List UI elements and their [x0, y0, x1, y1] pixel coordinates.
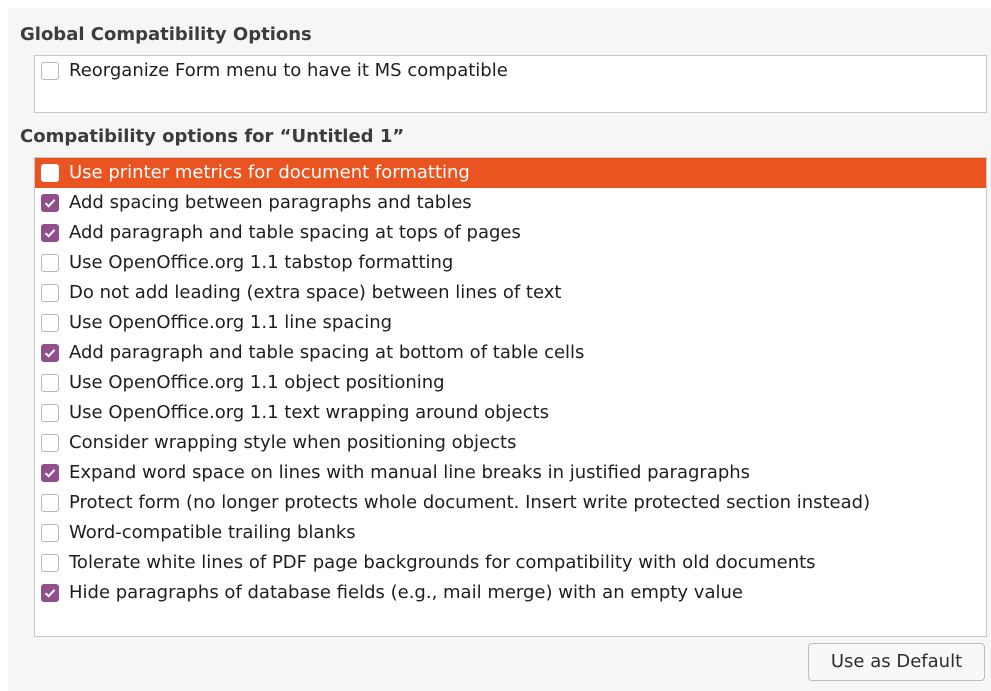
- option-label: Protect form (no longer protects whole d…: [69, 492, 871, 513]
- option-row-protect-form[interactable]: Protect form (no longer protects whole d…: [35, 488, 986, 518]
- checkbox-icon[interactable]: [41, 464, 59, 482]
- checkbox-icon[interactable]: [41, 554, 59, 572]
- document-options-list[interactable]: Use printer metrics for document formatt…: [34, 157, 987, 637]
- checkbox-icon[interactable]: [41, 524, 59, 542]
- checkbox-icon[interactable]: [41, 224, 59, 242]
- option-row-oo11-line-spacing[interactable]: Use OpenOffice.org 1.1 line spacing: [35, 308, 986, 338]
- option-label: Use printer metrics for document formatt…: [69, 162, 470, 183]
- option-row-trailing-blanks[interactable]: Word-compatible trailing blanks: [35, 518, 986, 548]
- option-label: Tolerate white lines of PDF page backgro…: [69, 552, 816, 573]
- option-label: Hide paragraphs of database fields (e.g.…: [69, 582, 743, 603]
- option-row-spacing-paragraphs-tables[interactable]: Add spacing between paragraphs and table…: [35, 188, 986, 218]
- option-row-oo11-object-positioning[interactable]: Use OpenOffice.org 1.1 object positionin…: [35, 368, 986, 398]
- checkbox-icon[interactable]: [41, 404, 59, 422]
- checkbox-icon[interactable]: [41, 584, 59, 602]
- option-label: Use OpenOffice.org 1.1 object positionin…: [69, 372, 445, 393]
- checkbox-icon[interactable]: [41, 494, 59, 512]
- global-option-row[interactable]: Reorganize Form menu to have it MS compa…: [35, 56, 986, 86]
- option-row-spacing-tops-of-pages[interactable]: Add paragraph and table spacing at tops …: [35, 218, 986, 248]
- checkbox-icon[interactable]: [41, 194, 59, 212]
- checkbox-icon[interactable]: [41, 164, 59, 182]
- global-options-list: Reorganize Form menu to have it MS compa…: [34, 55, 987, 113]
- option-row-hide-empty-db-paragraphs[interactable]: Hide paragraphs of database fields (e.g.…: [35, 578, 986, 608]
- compatibility-panel: Global Compatibility Options Reorganize …: [8, 8, 991, 691]
- checkbox-icon[interactable]: [41, 254, 59, 272]
- global-options-heading: Global Compatibility Options: [20, 24, 312, 45]
- option-row-oo11-tabstop[interactable]: Use OpenOffice.org 1.1 tabstop formattin…: [35, 248, 986, 278]
- option-label: Add paragraph and table spacing at botto…: [69, 342, 585, 363]
- option-label: Use OpenOffice.org 1.1 tabstop formattin…: [69, 252, 454, 273]
- option-row-spacing-table-cells[interactable]: Add paragraph and table spacing at botto…: [35, 338, 986, 368]
- option-label: Word-compatible trailing blanks: [69, 522, 356, 543]
- option-label: Expand word space on lines with manual l…: [69, 462, 751, 483]
- option-label: Use OpenOffice.org 1.1 text wrapping aro…: [69, 402, 549, 423]
- option-label: Add spacing between paragraphs and table…: [69, 192, 472, 213]
- option-row-printer-metrics[interactable]: Use printer metrics for document formatt…: [35, 158, 986, 188]
- option-label: Consider wrapping style when positioning…: [69, 432, 517, 453]
- option-row-no-leading[interactable]: Do not add leading (extra space) between…: [35, 278, 986, 308]
- option-row-oo11-text-wrapping[interactable]: Use OpenOffice.org 1.1 text wrapping aro…: [35, 398, 986, 428]
- checkbox-icon[interactable]: [41, 62, 59, 80]
- option-label: Add paragraph and table spacing at tops …: [69, 222, 521, 243]
- checkbox-icon[interactable]: [41, 434, 59, 452]
- checkbox-icon[interactable]: [41, 374, 59, 392]
- use-as-default-button[interactable]: Use as Default: [808, 643, 985, 681]
- option-row-expand-word-space[interactable]: Expand word space on lines with manual l…: [35, 458, 986, 488]
- document-options-heading: Compatibility options for “Untitled 1”: [20, 126, 405, 147]
- option-label: Use OpenOffice.org 1.1 line spacing: [69, 312, 393, 333]
- checkbox-icon[interactable]: [41, 344, 59, 362]
- checkbox-icon[interactable]: [41, 284, 59, 302]
- option-row-wrapping-style[interactable]: Consider wrapping style when positioning…: [35, 428, 986, 458]
- option-row-pdf-white-lines[interactable]: Tolerate white lines of PDF page backgro…: [35, 548, 986, 578]
- checkbox-icon[interactable]: [41, 314, 59, 332]
- global-option-label: Reorganize Form menu to have it MS compa…: [69, 60, 508, 81]
- option-label: Do not add leading (extra space) between…: [69, 282, 562, 303]
